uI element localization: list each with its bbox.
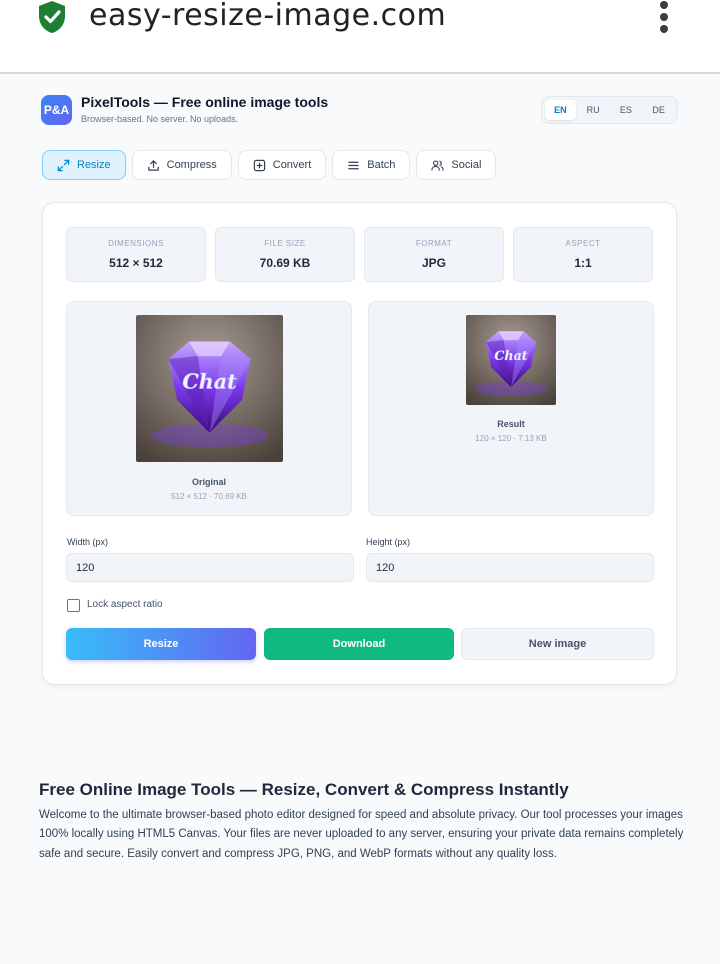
seo-heading: Free Online Image Tools — Resize, Conver… (39, 780, 569, 799)
stat-dimensions: DIMENSIONS 512 × 512 (66, 227, 206, 282)
plus-square-icon (253, 159, 265, 171)
resize-card: DIMENSIONS 512 × 512 FILE SIZE 70.69 KB … (42, 202, 677, 685)
stat-value: 70.69 KB (259, 256, 311, 270)
seo-paragraph: Welcome to the ultimate browser-based ph… (39, 809, 684, 860)
stat-label: ASPECT (565, 239, 601, 248)
expand-icon (57, 159, 70, 171)
app-logo: P&A (41, 95, 72, 125)
stat-label: FORMAT (415, 239, 453, 248)
stat-aspect: ASPECT 1:1 (513, 227, 653, 282)
tab-label: Convert (272, 159, 312, 171)
stat-format: FORMAT JPG (364, 227, 504, 282)
height-input[interactable]: 120 (366, 553, 654, 582)
url-text[interactable]: easy-resize-image.com (89, 0, 446, 33)
height-label: Height (px) (366, 537, 411, 547)
list-icon (348, 161, 360, 169)
width-input[interactable]: 120 (66, 553, 354, 582)
result-image: Chat (466, 315, 556, 405)
result-meta: 120 × 120 · 7.13 KB (475, 434, 547, 443)
lock-aspect-label[interactable]: Lock aspect ratio (87, 599, 163, 610)
lang-es-button[interactable]: ES (611, 100, 642, 120)
stat-value: 1:1 (574, 256, 592, 270)
app-subtitle: Browser-based. No server. No uploads. (81, 114, 239, 124)
resize-button[interactable]: Resize (66, 628, 256, 660)
original-preview-panel: Chat Original 512 × 512 · 70.69 KB (66, 301, 352, 516)
tab-resize[interactable]: Resize (42, 150, 126, 180)
tab-convert[interactable]: Convert (237, 150, 327, 180)
width-label: Width (px) (67, 537, 109, 547)
new-image-button[interactable]: New image (461, 628, 654, 660)
browser-address-bar[interactable]: easy-resize-image.com (0, 0, 720, 74)
result-preview-panel: Chat Result 120 × 120 · 7.13 KB (368, 301, 654, 516)
lang-de-button[interactable]: DE (643, 100, 674, 120)
tab-label: Batch (367, 159, 396, 171)
shield-check-icon (39, 1, 65, 33)
stat-value: 512 × 512 (109, 256, 163, 270)
original-caption: Original (191, 477, 226, 487)
tab-label: Social (451, 159, 482, 171)
lang-en-button[interactable]: EN (545, 100, 576, 120)
gem-text: Chat (494, 348, 527, 363)
language-switcher: EN RU ES DE (541, 96, 678, 124)
original-meta: 512 × 512 · 70.69 KB (171, 492, 247, 501)
lang-ru-button[interactable]: RU (578, 100, 609, 120)
upload-icon (147, 159, 159, 171)
download-button[interactable]: Download (264, 628, 454, 660)
tab-social[interactable]: Social (416, 150, 497, 180)
original-image: Chat (136, 315, 283, 462)
stat-label: DIMENSIONS (108, 239, 164, 248)
stat-label: FILE SIZE (264, 239, 306, 248)
tab-compress[interactable]: Compress (131, 150, 232, 180)
users-icon (431, 159, 445, 171)
tool-tabs: Resize Compress Convert Batch Social (42, 150, 497, 180)
stat-value: JPG (421, 256, 446, 270)
tab-label: Compress (166, 159, 217, 171)
more-vertical-icon[interactable] (652, 0, 676, 36)
gem-text: Chat (182, 370, 237, 394)
stat-file-size: FILE SIZE 70.69 KB (215, 227, 355, 282)
tab-label: Resize (77, 159, 111, 171)
tab-batch[interactable]: Batch (332, 150, 411, 180)
app-title: PixelTools — Free online image tools (81, 94, 329, 110)
result-caption: Result (497, 419, 525, 429)
lock-aspect-checkbox[interactable] (67, 599, 80, 612)
